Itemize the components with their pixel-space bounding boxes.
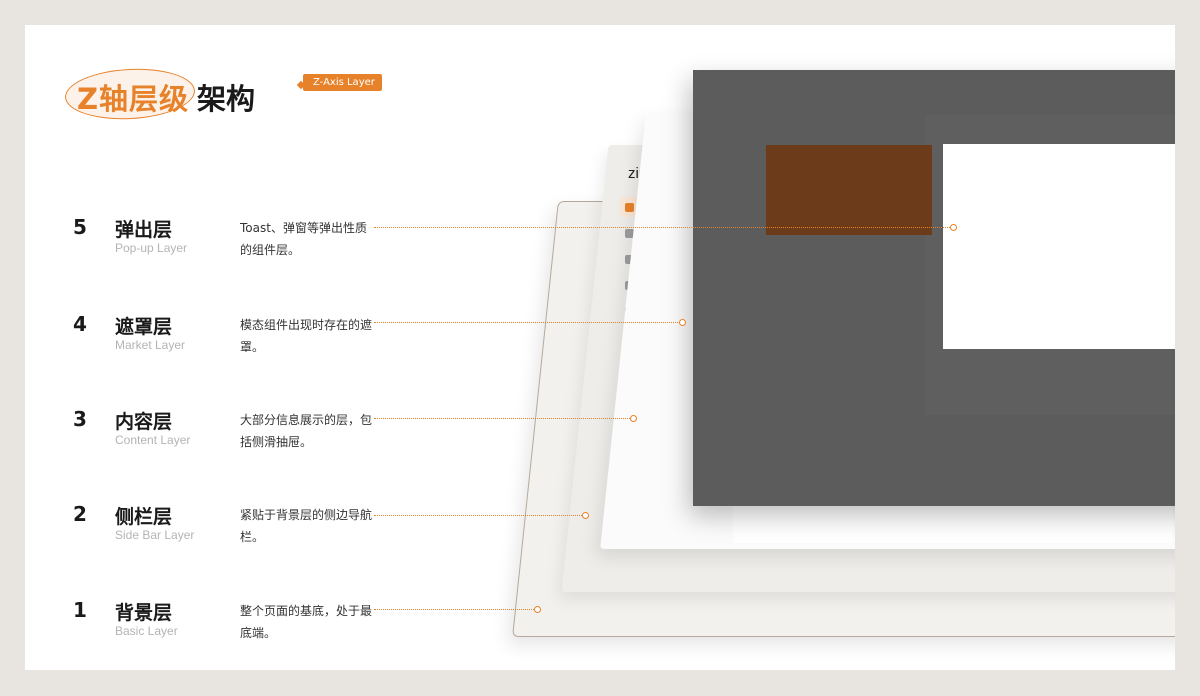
connector-dot bbox=[582, 512, 589, 519]
connector-dot bbox=[950, 224, 957, 231]
home-icon bbox=[625, 203, 634, 212]
layer-number: 5 bbox=[73, 215, 87, 239]
layer-name: 遮罩层 bbox=[115, 316, 173, 338]
layer-name-en: Pop-up Layer bbox=[115, 241, 188, 255]
connector-background bbox=[374, 609, 536, 610]
layer-number: 3 bbox=[73, 407, 87, 431]
mask-over-active-tab bbox=[766, 145, 932, 235]
layer-name-en: Market Layer bbox=[115, 338, 186, 352]
diagram-card: Z轴层级 架构 Z-Axis Layer ziro 5 弹出层 Pop-up L… bbox=[25, 25, 1175, 670]
layer-name-en: Side Bar Layer bbox=[115, 528, 195, 542]
layer-description: 紧贴于背景层的侧边导航栏。 bbox=[240, 508, 373, 544]
layer-number: 4 bbox=[73, 312, 87, 336]
connector-sidebar bbox=[374, 515, 584, 516]
connector-dot bbox=[534, 606, 541, 613]
layer-description: 模态组件出现时存在的遮罩。 bbox=[240, 318, 373, 354]
layer-number: 2 bbox=[73, 502, 87, 526]
layer-item-content: 3 内容层 Content Layer 大部分信息展示的层，包括侧滑抽屉。 bbox=[73, 407, 393, 467]
layer-item-mask: 4 遮罩层 Market Layer 模态组件出现时存在的遮罩。 bbox=[73, 312, 393, 372]
layer-description: 整个页面的基底，处于最底端。 bbox=[240, 604, 373, 640]
title-tag: Z-Axis Layer bbox=[303, 74, 382, 91]
layer-name: 侧栏层 bbox=[115, 506, 173, 528]
connector-popup bbox=[374, 227, 952, 228]
title-text: 架构 bbox=[197, 82, 256, 116]
popup-layer-plane bbox=[943, 144, 1175, 349]
layer-name-en: Basic Layer bbox=[115, 624, 178, 638]
layer-name: 内容层 bbox=[115, 411, 173, 433]
layer-name: 弹出层 bbox=[115, 219, 173, 241]
layer-name-en: Content Layer bbox=[115, 433, 191, 447]
layer-description: 大部分信息展示的层，包括侧滑抽屉。 bbox=[240, 413, 373, 449]
layer-description: Toast、弹窗等弹出性质的组件层。 bbox=[240, 221, 367, 257]
layer-number: 1 bbox=[73, 598, 87, 622]
title-highlight-text: Z轴层级 bbox=[77, 82, 190, 116]
layer-item-sidebar: 2 侧栏层 Side Bar Layer 紧贴于背景层的侧边导航栏。 bbox=[73, 502, 393, 562]
connector-dot bbox=[630, 415, 637, 422]
layer-item-popup: 5 弹出层 Pop-up Layer Toast、弹窗等弹出性质的组件层。 bbox=[73, 215, 393, 275]
connector-mask bbox=[374, 322, 680, 323]
layer-item-background: 1 背景层 Basic Layer 整个页面的基底，处于最底端。 bbox=[73, 598, 393, 658]
connector-dot bbox=[679, 319, 686, 326]
layer-name: 背景层 bbox=[115, 602, 173, 624]
connector-content bbox=[374, 418, 632, 419]
